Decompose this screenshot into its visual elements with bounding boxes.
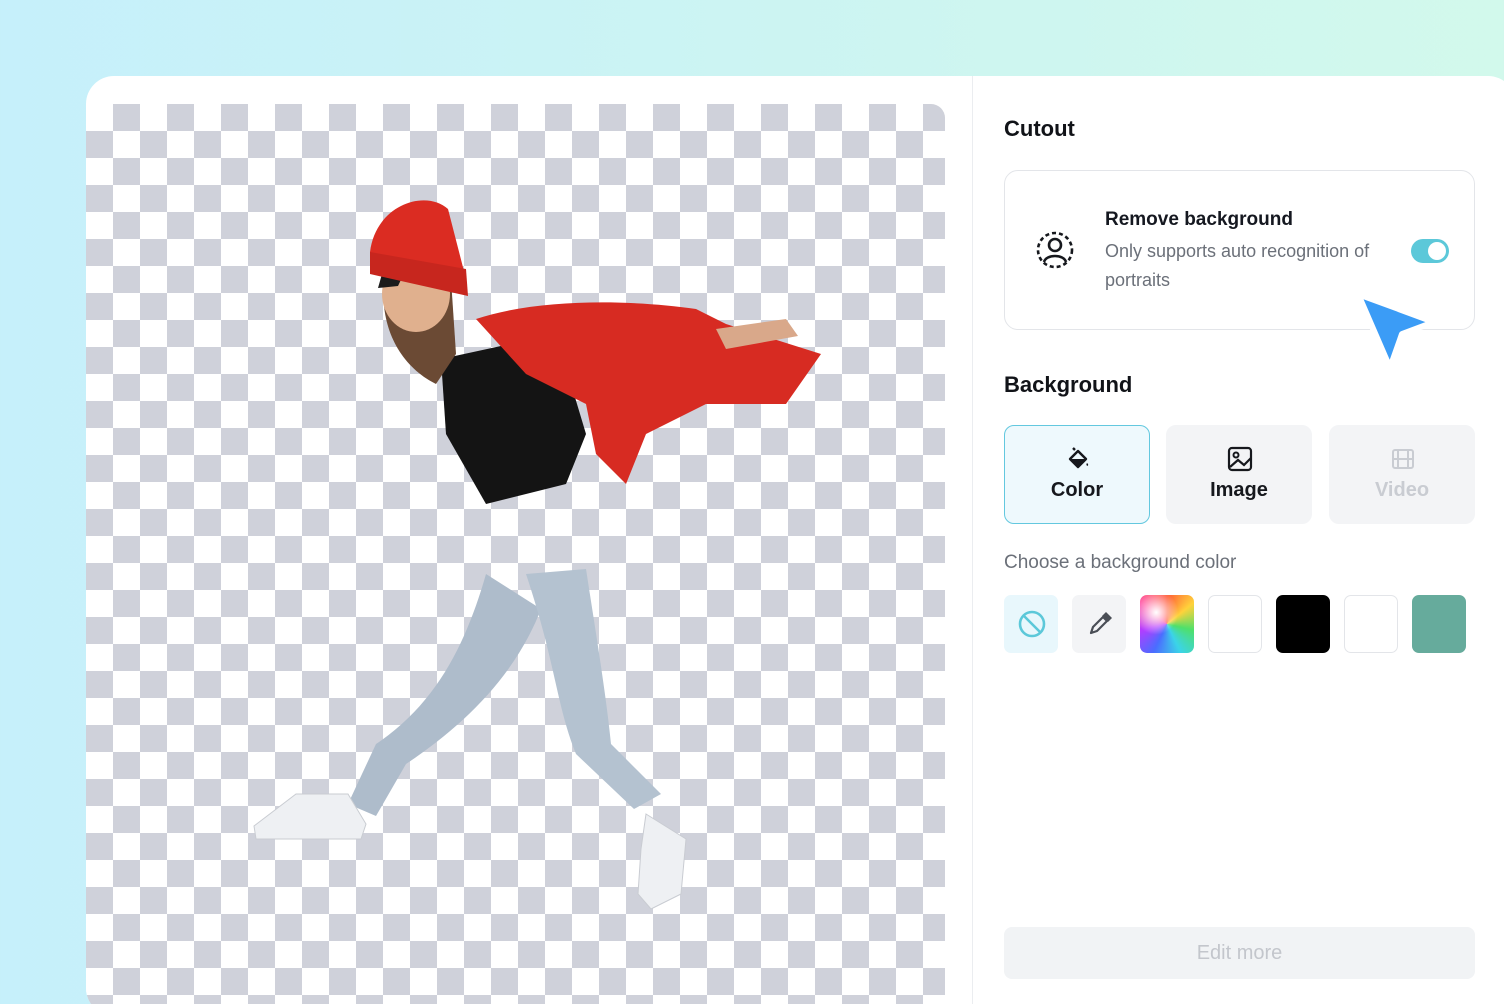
paint-bucket-icon (1068, 447, 1089, 469)
swatch-black[interactable] (1276, 595, 1330, 653)
background-color-hint: Choose a background color (1004, 552, 1237, 573)
cutout-person-image (253, 200, 821, 910)
tab-video-label: Video (1374, 479, 1430, 501)
eyedropper-icon (1089, 612, 1112, 635)
pointer-cursor-icon (1355, 291, 1437, 371)
toggle-knob (1428, 242, 1446, 260)
image-icon (1227, 446, 1253, 472)
swatch-gradient[interactable] (1140, 595, 1194, 653)
tab-video[interactable]: Video (1329, 425, 1475, 524)
panel-divider (972, 76, 973, 1004)
swatch-white[interactable] (1208, 595, 1262, 653)
remove-background-title: Remove background (1105, 209, 1293, 230)
no-color-icon (1018, 610, 1046, 638)
swatch-no-color[interactable] (1004, 595, 1058, 653)
cutout-title: Cutout (1004, 116, 1075, 141)
film-icon (1392, 449, 1414, 469)
swatch-teal[interactable] (1412, 595, 1466, 653)
swatch-white-2[interactable] (1344, 595, 1398, 653)
edit-more-button[interactable]: Edit more (1004, 927, 1475, 979)
person-scan-icon (1036, 231, 1074, 269)
tab-image-label: Image (1210, 479, 1268, 501)
tab-color[interactable]: Color (1004, 425, 1150, 524)
cutout-panel: Cutout Remove background Only supports a… (1004, 76, 1475, 1004)
remove-background-toggle[interactable] (1411, 239, 1449, 263)
background-title: Background (1004, 372, 1133, 397)
tab-color-label: Color (1050, 479, 1104, 501)
remove-background-description: Only supports auto recognition of portra… (1105, 241, 1370, 290)
tab-image[interactable]: Image (1166, 425, 1312, 524)
swatch-eyedropper[interactable] (1072, 595, 1126, 653)
editor-window: Cutout Remove background Only supports a… (86, 76, 1504, 1004)
image-canvas[interactable] (86, 104, 945, 1004)
